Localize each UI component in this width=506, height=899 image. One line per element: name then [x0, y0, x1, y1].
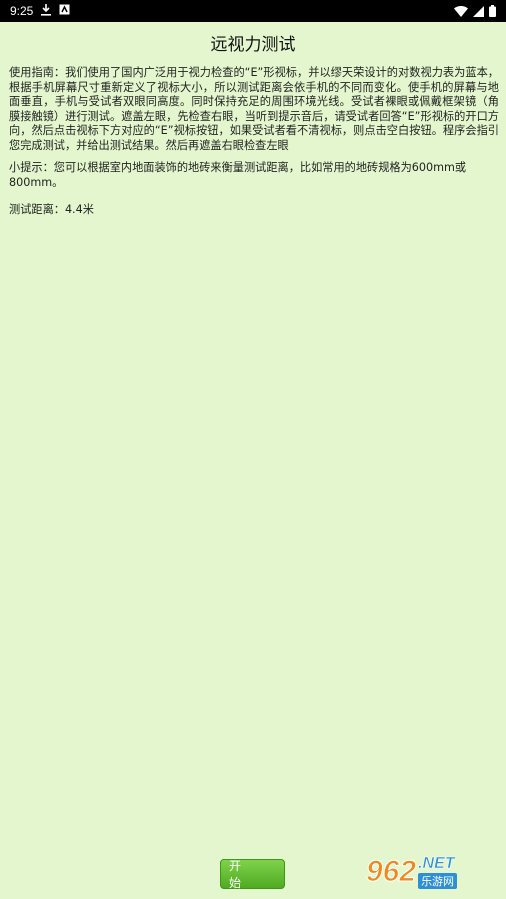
tip-text: 小提示：您可以根据室内地面装饰的地砖来衡量测试距离，比如常用的地砖规格为600m… [9, 161, 467, 189]
test-distance-text: 测试距离：4.4米 [9, 203, 94, 216]
usage-guide-text: 使用指南：我们使用了国内广泛用于视力检查的“E”形视标，并以缪天荣设计的对数视力… [9, 66, 499, 152]
start-button[interactable]: 开 始 [220, 859, 285, 890]
watermark-domain: .NET [418, 855, 455, 873]
page-title: 远视力测试 [210, 35, 296, 55]
watermark-number: 962 [365, 855, 417, 889]
status-time: 9:25 [10, 4, 34, 18]
wifi-icon [454, 5, 468, 17]
battery-icon [489, 5, 496, 17]
watermark-logo: 962 .NET 乐游网 [365, 850, 500, 894]
signal-icon [473, 5, 484, 17]
watermark-brand: 乐游网 [418, 873, 458, 889]
download-icon [41, 3, 52, 19]
status-bar: 9:25 [0, 0, 506, 22]
app-notification-icon [59, 4, 70, 18]
